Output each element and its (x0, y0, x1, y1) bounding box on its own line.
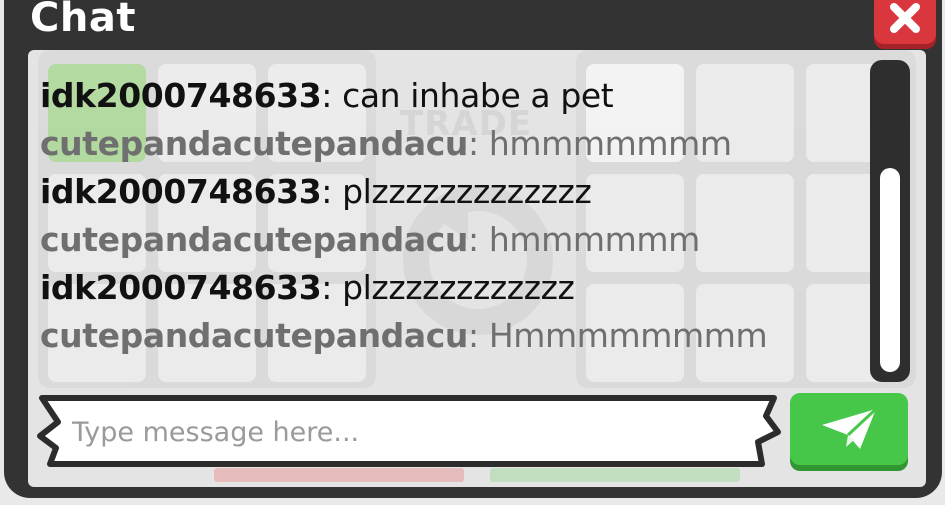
chat-message: idk2000748633: plzzzzzzzzzzzzz (40, 168, 870, 216)
message-separator: : (321, 172, 333, 211)
decline-bar (214, 468, 464, 482)
close-button[interactable] (874, 0, 936, 44)
chat-message: idk2000748633: plzzzzzzzzzzzz (40, 264, 870, 312)
accept-bar (490, 468, 740, 482)
message-username: cutepandacutepandacu (40, 124, 469, 163)
chat-message: cutepandacutepandacu: hmmmmmm (40, 216, 870, 264)
message-text: plzzzzzzzzzzzz (332, 268, 575, 307)
scroll-thumb[interactable] (880, 168, 900, 372)
message-text: can inhabe a pet (332, 76, 614, 115)
message-separator: : (468, 124, 479, 163)
message-separator: : (468, 220, 479, 259)
send-button[interactable] (790, 393, 908, 465)
message-separator: : (468, 316, 479, 355)
chat-message: cutepandacutepandacu: Hmmmmmmmm (40, 312, 870, 360)
message-username: idk2000748633 (40, 76, 322, 115)
message-username: idk2000748633 (40, 172, 322, 211)
message-text: hmmmmmmm (478, 124, 732, 163)
paper-plane-icon (822, 407, 878, 449)
message-text: plzzzzzzzzzzzzz (332, 172, 592, 211)
chat-scrollbar[interactable] (870, 60, 910, 382)
chat-message: cutepandacutepandacu: hmmmmmmm (40, 120, 870, 168)
message-username: cutepandacutepandacu (40, 316, 469, 355)
message-separator: : (321, 268, 333, 307)
chat-message: idk2000748633: can inhabe a pet (40, 72, 870, 120)
message-text: hmmmmmm (478, 220, 700, 259)
message-input[interactable] (70, 411, 754, 453)
window-title: Chat (30, 0, 136, 41)
message-username: idk2000748633 (40, 268, 322, 307)
message-separator: : (321, 76, 333, 115)
message-input-container (34, 392, 782, 470)
message-text: Hmmmmmmmm (478, 316, 768, 355)
message-username: cutepandacutepandacu (40, 220, 469, 259)
close-x-icon (890, 3, 920, 33)
chat-log: idk2000748633: can inhabe a pet cutepand… (40, 72, 870, 360)
